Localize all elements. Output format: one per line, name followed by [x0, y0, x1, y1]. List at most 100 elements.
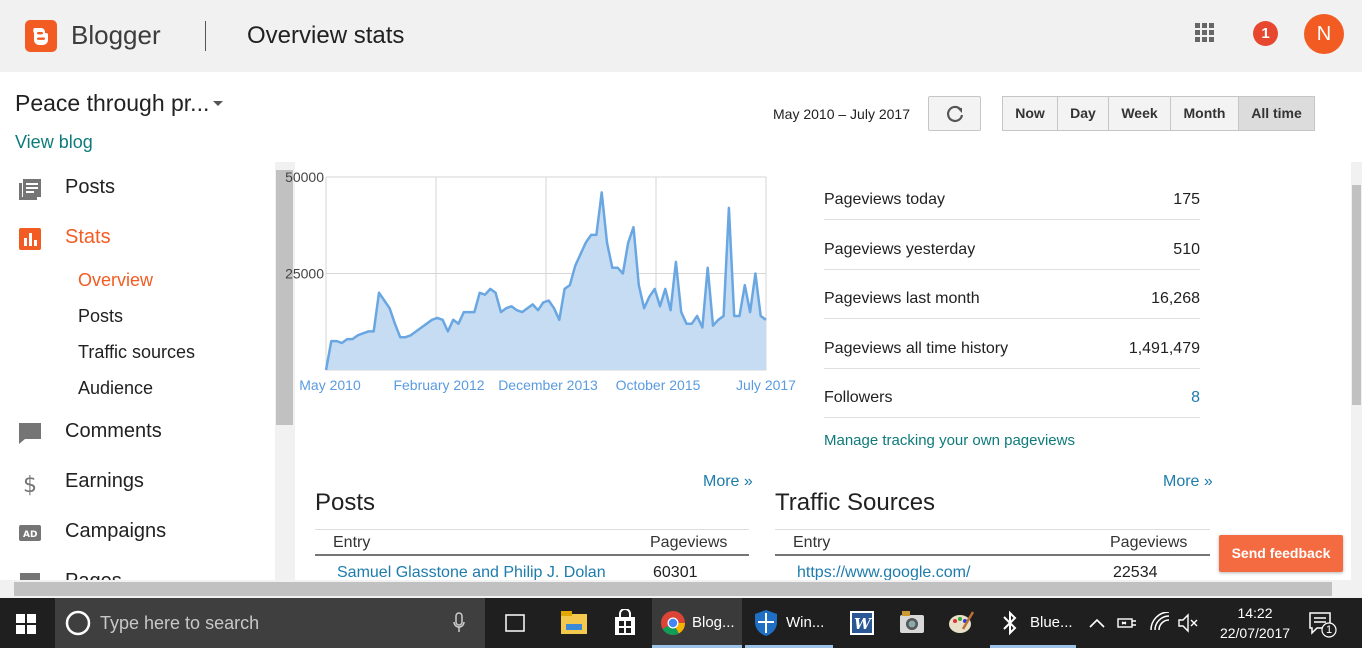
- taskbar-app-defender[interactable]: Win...: [745, 598, 833, 648]
- stat-row-all-time: Pageviews all time history 1,491,479: [824, 319, 1200, 369]
- divider: [315, 554, 749, 556]
- posts-col-entry[interactable]: Entry: [333, 534, 370, 552]
- svg-text:$: $: [23, 473, 37, 496]
- period-now-button[interactable]: Now: [1002, 96, 1058, 131]
- photos-icon: [900, 611, 924, 633]
- posts-col-pageviews[interactable]: Pageviews: [650, 534, 727, 552]
- svg-text:W: W: [854, 615, 873, 633]
- x-tick-label: May 2010: [299, 377, 361, 393]
- caret-down-icon[interactable]: [213, 101, 223, 106]
- brand-name[interactable]: Blogger: [71, 20, 161, 51]
- stat-label: Pageviews yesterday: [824, 241, 976, 258]
- sidebar-item-comments[interactable]: Comments: [0, 417, 260, 447]
- blogger-logo-icon[interactable]: [25, 20, 57, 52]
- taskbar-app-chrome[interactable]: Blog...: [652, 598, 742, 648]
- traffic-more-link[interactable]: More »: [1163, 473, 1213, 491]
- date-range-label: May 2010 – July 2017: [773, 106, 910, 122]
- taskbar-app-bluetooth[interactable]: Blue...: [990, 598, 1076, 648]
- send-feedback-button[interactable]: Send feedback: [1219, 535, 1343, 572]
- page-title: Overview stats: [247, 22, 405, 49]
- dollar-icon: $: [23, 473, 37, 496]
- horizontal-scrollbar-thumb[interactable]: [14, 582, 1332, 596]
- header-divider: [205, 21, 206, 51]
- taskbar-search-input[interactable]: Type here to search: [55, 598, 485, 648]
- period-month-button[interactable]: Month: [1170, 96, 1239, 131]
- taskbar-app-label: Blue...: [1030, 614, 1073, 631]
- stats-sub-posts[interactable]: Posts: [78, 306, 123, 327]
- clock-time: 14:22: [1237, 605, 1273, 621]
- sidebar-item-campaigns[interactable]: AD Campaigns: [0, 517, 260, 547]
- traffic-col-pageviews[interactable]: Pageviews: [1110, 534, 1187, 552]
- posts-more-link[interactable]: More »: [703, 473, 753, 491]
- taskbar-app-label: Blog...: [692, 614, 735, 631]
- search-placeholder: Type here to search: [100, 613, 260, 633]
- ad-icon: AD: [19, 525, 41, 541]
- followers-link[interactable]: 8: [1191, 389, 1200, 407]
- action-center-badge: 1: [1325, 624, 1333, 636]
- stat-row-last-month: Pageviews last month 16,268: [824, 269, 1200, 319]
- cortana-icon: [65, 610, 91, 636]
- stats-icon: [19, 228, 41, 250]
- y-tick-label: 50000: [285, 169, 324, 185]
- sidebar-item-label: Pages: [65, 570, 122, 580]
- sidebar-item-label: Comments: [65, 420, 162, 442]
- volume-muted-icon[interactable]: [1177, 613, 1199, 633]
- x-tick-label: February 2012: [393, 377, 484, 393]
- taskbar-app-label: Win...: [786, 614, 825, 631]
- vertical-scrollbar-thumb[interactable]: [1352, 185, 1361, 405]
- taskbar-app-word[interactable]: W: [838, 598, 884, 648]
- task-view-icon[interactable]: [502, 612, 528, 634]
- divider: [775, 529, 1210, 530]
- traffic-section-title: Traffic Sources: [775, 489, 936, 516]
- sidebar-item-posts[interactable]: Posts: [0, 173, 260, 203]
- windows-start-icon[interactable]: [16, 614, 36, 634]
- taskbar-clock[interactable]: 14:22 22/07/2017: [1205, 603, 1305, 643]
- x-tick-label: December 2013: [498, 377, 598, 393]
- store-icon[interactable]: [611, 609, 639, 637]
- stat-label: Pageviews last month: [824, 290, 980, 307]
- view-blog-link[interactable]: View blog: [15, 132, 93, 153]
- taskbar-app-photos[interactable]: [888, 598, 934, 648]
- stats-sub-audience[interactable]: Audience: [78, 378, 153, 399]
- period-week-button[interactable]: Week: [1108, 96, 1171, 131]
- bluetooth-icon: [1003, 610, 1017, 636]
- microphone-icon[interactable]: [452, 612, 466, 634]
- stat-value: 1,491,479: [1128, 340, 1200, 357]
- apps-grid-icon[interactable]: [1195, 23, 1215, 43]
- shield-icon: [755, 610, 777, 636]
- stat-value: 510: [1173, 241, 1200, 258]
- sidebar-item-label: Posts: [65, 176, 116, 198]
- blog-selector[interactable]: Peace through pr...: [15, 90, 209, 117]
- pageviews-chart: 50000 25000 May 2010 February 2012 December …: [285, 169, 796, 393]
- power-plug-icon[interactable]: [1116, 613, 1140, 633]
- stat-row-yesterday: Pageviews yesterday 510: [824, 220, 1200, 270]
- comments-icon: [19, 423, 41, 444]
- sidebar-item-earnings[interactable]: $ Earnings: [0, 467, 260, 497]
- manage-tracking-link[interactable]: Manage tracking your own pageviews: [824, 432, 1075, 449]
- sidebar-item-stats[interactable]: Stats: [0, 223, 260, 253]
- sidebar-item-label: Earnings: [65, 470, 144, 492]
- taskbar-app-paint[interactable]: [938, 598, 984, 648]
- chevron-up-icon[interactable]: [1088, 616, 1106, 630]
- sidebar-item-pages[interactable]: Pages: [0, 567, 260, 580]
- period-all-time-button[interactable]: All time: [1238, 96, 1315, 131]
- stat-label: Pageviews all time history: [824, 340, 1009, 357]
- notifications-badge[interactable]: 1: [1253, 21, 1278, 46]
- period-day-button[interactable]: Day: [1057, 96, 1109, 131]
- file-explorer-icon[interactable]: [560, 610, 588, 636]
- traffic-col-entry[interactable]: Entry: [793, 534, 830, 552]
- avatar[interactable]: N: [1304, 14, 1344, 54]
- x-tick-label: October 2015: [616, 377, 701, 393]
- clock-date: 22/07/2017: [1219, 625, 1291, 641]
- refresh-icon: [946, 105, 964, 122]
- stat-label: Followers: [824, 389, 893, 406]
- stats-sub-traffic-sources[interactable]: Traffic sources: [78, 342, 195, 363]
- stat-label: Pageviews today: [824, 191, 945, 208]
- stats-sub-overview[interactable]: Overview: [78, 270, 153, 291]
- stat-row-followers: Followers 8: [824, 368, 1200, 418]
- posts-icon: [19, 179, 41, 200]
- refresh-button[interactable]: [928, 96, 981, 131]
- stat-row-today: Pageviews today 175: [824, 170, 1200, 220]
- stat-value: 175: [1173, 191, 1200, 208]
- wifi-icon[interactable]: [1149, 612, 1171, 632]
